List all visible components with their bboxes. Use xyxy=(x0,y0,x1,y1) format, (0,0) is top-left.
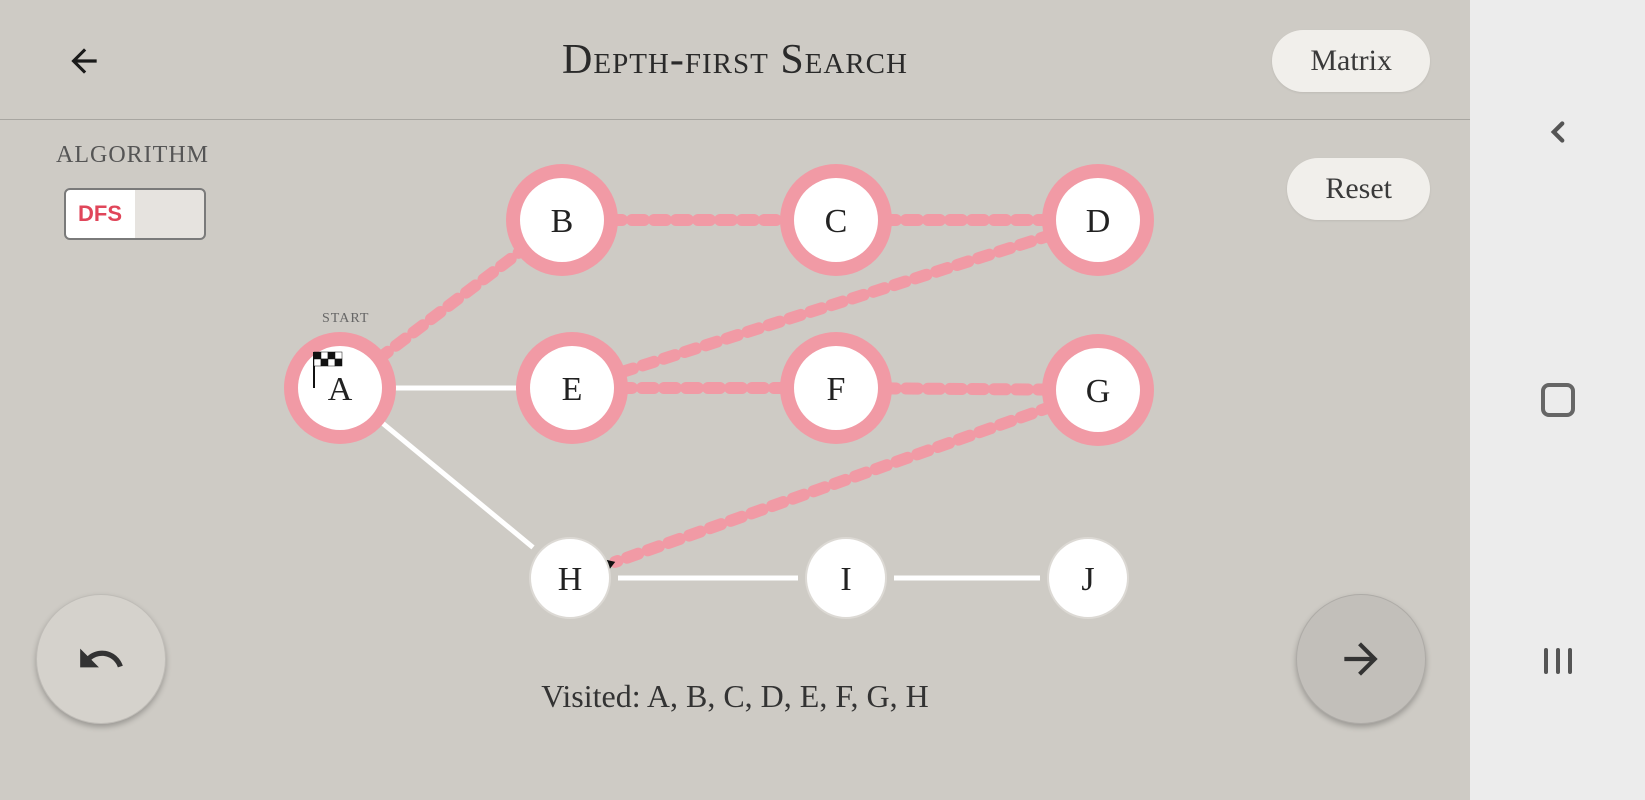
system-nav-bar xyxy=(1470,0,1645,800)
matrix-button[interactable]: Matrix xyxy=(1272,30,1430,92)
node-label: D xyxy=(1086,203,1111,240)
node-label: A xyxy=(328,371,353,408)
graph-edge xyxy=(884,388,1050,389)
graph-node-E[interactable]: E xyxy=(516,332,628,444)
node-label: G xyxy=(1086,373,1111,410)
undo-button[interactable] xyxy=(36,594,166,724)
undo-icon xyxy=(76,634,126,684)
system-back-button[interactable] xyxy=(1541,112,1575,159)
arrow-right-icon xyxy=(1336,634,1386,684)
next-step-button[interactable] xyxy=(1296,594,1426,724)
graph-node-C[interactable]: C xyxy=(780,164,892,276)
node-label: B xyxy=(551,203,574,240)
node-label: E xyxy=(562,371,583,408)
node-label: I xyxy=(840,561,851,598)
algorithm-value: DFS xyxy=(78,201,122,227)
chevron-left-icon xyxy=(1541,115,1575,149)
graph-node-I[interactable]: I xyxy=(806,538,886,618)
start-label: START xyxy=(322,311,369,326)
system-home-button[interactable] xyxy=(1541,383,1575,417)
bars-icon xyxy=(1538,644,1578,678)
system-recents-button[interactable] xyxy=(1538,641,1578,688)
reset-button[interactable]: Reset xyxy=(1287,158,1430,220)
node-label: F xyxy=(827,371,846,408)
graph-node-G[interactable]: G xyxy=(1042,334,1154,446)
visited-list: A, B, C, D, E, F, G, H xyxy=(647,678,929,714)
node-label: J xyxy=(1081,561,1094,598)
node-label: C xyxy=(825,203,848,240)
algorithm-selector[interactable]: DFS xyxy=(64,188,206,240)
graph-edge xyxy=(378,249,523,359)
page-title: Depth-first Search xyxy=(0,36,1470,84)
graph-node-D[interactable]: D xyxy=(1042,164,1154,276)
graph-node-H[interactable]: H xyxy=(530,538,610,618)
top-bar: Depth-first Search Matrix xyxy=(0,0,1470,120)
algorithm-label: ALGORITHM xyxy=(56,142,209,169)
graph-edge xyxy=(377,419,533,548)
graph-canvas[interactable]: A START B C D E F G H I J xyxy=(260,140,1220,670)
visited-status: Visited: A, B, C, D, E, F, G, H xyxy=(0,678,1470,715)
graph-node-A[interactable]: A START xyxy=(284,311,396,444)
node-label: H xyxy=(558,561,583,598)
graph-node-F[interactable]: F xyxy=(780,332,892,444)
graph-node-J[interactable]: J xyxy=(1048,538,1128,618)
main-area: Depth-first Search Matrix Reset ALGORITH… xyxy=(0,0,1470,800)
visited-prefix: Visited: xyxy=(541,678,647,714)
graph-node-B[interactable]: B xyxy=(506,164,618,276)
